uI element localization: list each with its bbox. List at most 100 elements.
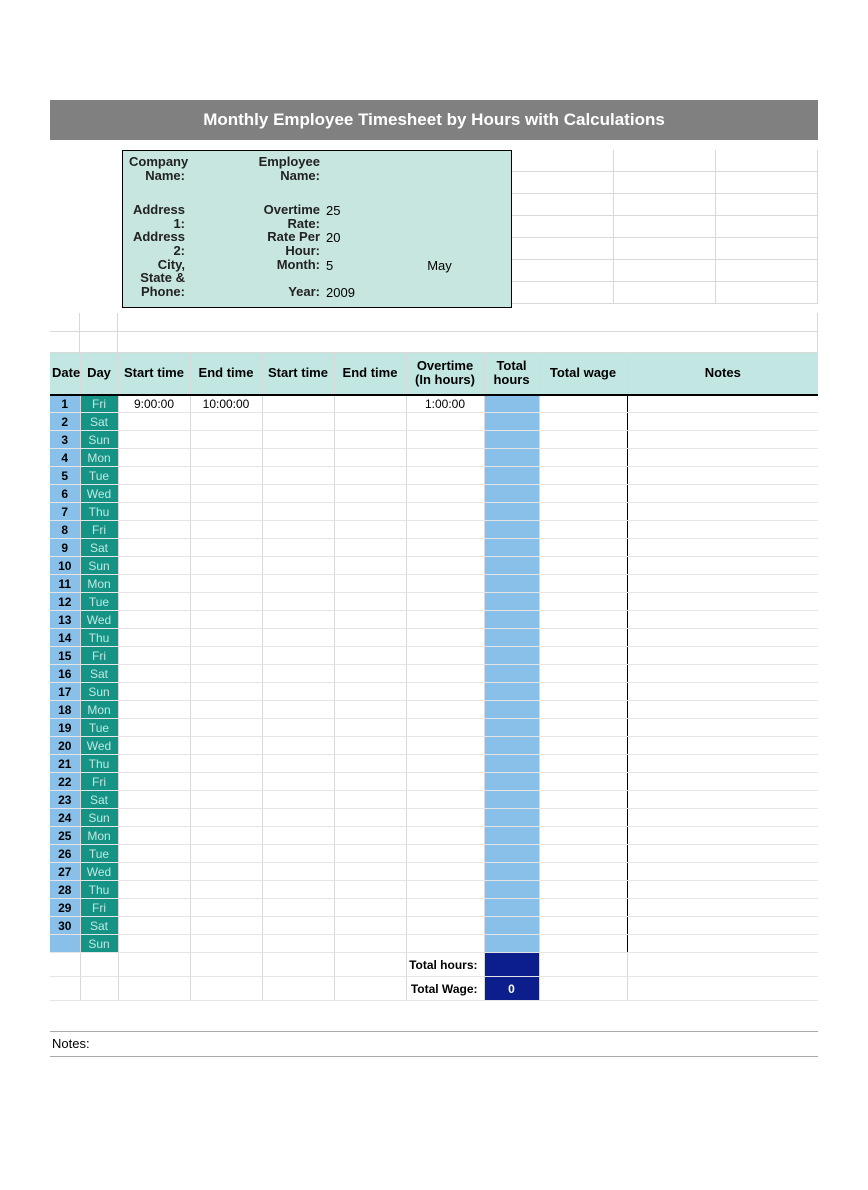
cell-start2[interactable] [262,773,334,791]
cell-notes[interactable] [627,899,818,917]
cell-notes[interactable] [627,737,818,755]
cell-end1[interactable] [190,575,262,593]
cell-end2[interactable] [334,521,406,539]
cell-start1[interactable] [118,737,190,755]
cell-overtime[interactable] [406,629,484,647]
cell-end1[interactable] [190,449,262,467]
cell-start2[interactable] [262,845,334,863]
cell-start1[interactable] [118,449,190,467]
cell-end1[interactable] [190,611,262,629]
cell-start1[interactable] [118,503,190,521]
cell-overtime[interactable] [406,719,484,737]
cell-start2[interactable] [262,629,334,647]
cell-overtime[interactable] [406,557,484,575]
cell-notes[interactable] [627,611,818,629]
cell-overtime[interactable] [406,665,484,683]
cell-end1[interactable] [190,467,262,485]
cell-overtime[interactable] [406,827,484,845]
cell-end2[interactable] [334,737,406,755]
cell-overtime[interactable] [406,485,484,503]
cell-end1[interactable] [190,521,262,539]
cell-overtime[interactable] [406,593,484,611]
cell-overtime[interactable] [406,935,484,953]
cell-start1[interactable] [118,629,190,647]
cell-overtime[interactable] [406,809,484,827]
cell-start2[interactable] [262,467,334,485]
cell-start1[interactable] [118,791,190,809]
cell-end1[interactable] [190,809,262,827]
cell-overtime[interactable] [406,773,484,791]
value-year[interactable]: 2009 [324,285,374,300]
cell-end1[interactable] [190,917,262,935]
cell-start2[interactable] [262,575,334,593]
cell-end1[interactable] [190,863,262,881]
cell-start2[interactable] [262,431,334,449]
cell-start1[interactable] [118,809,190,827]
cell-start1[interactable] [118,773,190,791]
cell-overtime[interactable] [406,521,484,539]
value-month-num[interactable]: 5 [324,258,374,273]
cell-overtime[interactable] [406,413,484,431]
cell-end2[interactable] [334,773,406,791]
cell-start2[interactable] [262,395,334,413]
cell-start2[interactable] [262,539,334,557]
cell-notes[interactable] [627,593,818,611]
cell-notes[interactable] [627,845,818,863]
cell-notes[interactable] [627,755,818,773]
cell-overtime[interactable] [406,863,484,881]
cell-end2[interactable] [334,539,406,557]
cell-end2[interactable] [334,575,406,593]
cell-end1[interactable] [190,755,262,773]
cell-end1[interactable] [190,773,262,791]
cell-notes[interactable] [627,791,818,809]
cell-end2[interactable] [334,935,406,953]
cell-notes[interactable] [627,413,818,431]
cell-overtime[interactable] [406,899,484,917]
cell-end2[interactable] [334,683,406,701]
cell-start1[interactable] [118,485,190,503]
cell-start1[interactable] [118,557,190,575]
cell-end2[interactable] [334,557,406,575]
notes-section[interactable]: Notes: [50,1031,818,1057]
cell-end2[interactable] [334,413,406,431]
cell-start1[interactable] [118,539,190,557]
cell-end1[interactable] [190,701,262,719]
cell-notes[interactable] [627,449,818,467]
cell-notes[interactable] [627,395,818,413]
cell-start1[interactable] [118,593,190,611]
cell-start1[interactable] [118,665,190,683]
cell-end2[interactable] [334,593,406,611]
cell-end1[interactable]: 10:00:00 [190,395,262,413]
cell-end2[interactable] [334,881,406,899]
cell-start1[interactable] [118,431,190,449]
cell-end1[interactable] [190,485,262,503]
cell-notes[interactable] [627,827,818,845]
cell-start2[interactable] [262,413,334,431]
cell-notes[interactable] [627,863,818,881]
cell-end1[interactable] [190,413,262,431]
cell-start2[interactable] [262,917,334,935]
cell-start2[interactable] [262,683,334,701]
cell-end1[interactable] [190,737,262,755]
cell-end2[interactable] [334,809,406,827]
cell-start1[interactable] [118,683,190,701]
cell-start2[interactable] [262,881,334,899]
cell-start1[interactable] [118,863,190,881]
cell-end1[interactable] [190,557,262,575]
cell-start2[interactable] [262,485,334,503]
cell-notes[interactable] [627,701,818,719]
cell-overtime[interactable] [406,881,484,899]
cell-notes[interactable] [627,629,818,647]
cell-start1[interactable] [118,611,190,629]
cell-end1[interactable] [190,899,262,917]
cell-overtime[interactable] [406,539,484,557]
cell-start1[interactable] [118,845,190,863]
cell-end1[interactable] [190,665,262,683]
cell-end1[interactable] [190,629,262,647]
cell-start2[interactable] [262,503,334,521]
cell-overtime[interactable] [406,683,484,701]
cell-end2[interactable] [334,629,406,647]
cell-start2[interactable] [262,863,334,881]
cell-start1[interactable] [118,881,190,899]
cell-end2[interactable] [334,791,406,809]
